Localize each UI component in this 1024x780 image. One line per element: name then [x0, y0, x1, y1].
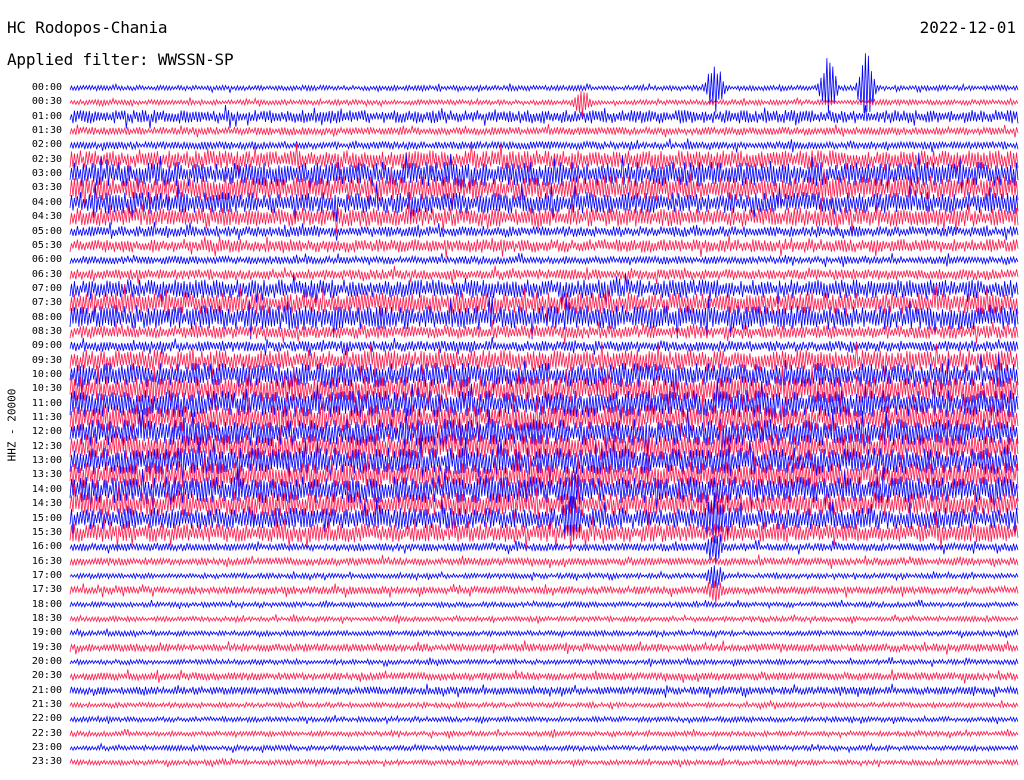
seismic-trace	[69, 757, 1019, 768]
seismic-trace	[69, 167, 1019, 210]
seismic-trace	[69, 296, 1019, 340]
seismic-trace	[69, 453, 1019, 500]
seismic-trace	[69, 565, 1019, 589]
seismic-trace	[69, 699, 1019, 711]
seismic-trace	[69, 437, 1019, 485]
seismic-trace	[69, 656, 1019, 668]
seismic-trace	[69, 554, 1019, 569]
seismic-trace	[69, 613, 1019, 625]
seismic-trace	[69, 104, 1019, 129]
seismic-trace	[69, 138, 1019, 153]
seismic-trace	[69, 221, 1019, 241]
seismic-trace	[69, 90, 1019, 118]
seismic-trace	[69, 200, 1019, 234]
seismic-trace	[69, 714, 1019, 726]
seismic-trace	[69, 123, 1019, 138]
seismic-trace	[69, 627, 1019, 639]
seismic-trace	[69, 640, 1019, 655]
seismic-trace	[69, 235, 1019, 258]
seismic-trace	[69, 484, 1019, 525]
seismic-trace	[69, 683, 1019, 698]
seismic-trace	[69, 284, 1019, 323]
seismic-trace	[69, 337, 1019, 356]
seismic-trace	[69, 516, 1019, 550]
seismic-trace	[69, 728, 1019, 739]
seismic-trace	[69, 265, 1019, 285]
seismic-trace	[69, 599, 1019, 610]
seismic-trace	[69, 742, 1019, 754]
seismic-trace	[69, 580, 1019, 605]
seismogram-plot	[69, 53, 1019, 768]
seismic-trace	[69, 669, 1019, 684]
seismic-trace	[69, 152, 1019, 194]
seismic-trace	[69, 534, 1019, 563]
